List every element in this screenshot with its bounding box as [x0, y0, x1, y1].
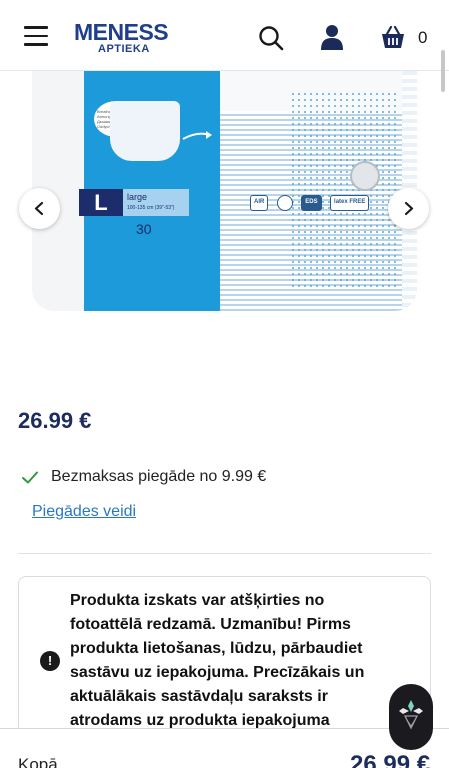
scrollbar[interactable] [441, 50, 445, 92]
product-image: Breathable Atmungsaktiv Дышащий Oddychaj… [32, 71, 417, 311]
delivery-methods-link[interactable]: Piegādes veidi [32, 503, 136, 521]
size-name: large [127, 192, 148, 202]
logo-subtext: APTIEKA [98, 43, 150, 55]
brief-illustration [110, 101, 180, 161]
size-info: large 100-135 cm (39"-53") [123, 189, 189, 216]
logo[interactable]: MENESS APTIEKA [74, 18, 174, 56]
search-icon[interactable] [258, 25, 284, 51]
divider [18, 553, 431, 554]
logo-text: MENESS [74, 19, 169, 45]
user-icon[interactable] [320, 24, 344, 50]
air-badge: AIR [250, 195, 269, 211]
tested-seal-icon [350, 161, 380, 191]
chevron-right-icon [404, 201, 414, 216]
product-price: 26.99 € [18, 408, 92, 433]
next-image-button[interactable] [388, 188, 429, 229]
eds-badge: EDS [301, 195, 322, 211]
size-range: 100-135 cm (39"-53") [127, 205, 175, 211]
basket-icon[interactable] [380, 26, 406, 50]
cart-count[interactable]: 0 [418, 28, 427, 48]
pharmacy-badge-button[interactable] [389, 684, 433, 750]
size-letter: L [79, 189, 123, 216]
bottom-total-bar: Kopā 26.99 € [0, 728, 449, 768]
globe-badge-icon [276, 195, 293, 211]
previous-image-button[interactable] [19, 188, 60, 229]
notice-text: Produkta izskats var atšķirties no fotoa… [70, 592, 365, 729]
product-image-carousel: Breathable Atmungsaktiv Дышащий Oddychaj… [0, 71, 449, 381]
free-delivery-text: Bezmaksas piegāde no 9.99 € [51, 468, 267, 485]
exclamation-icon: ! [40, 651, 60, 671]
leaf-emblem-icon [399, 700, 423, 730]
feature-badges: AIR EDS latex FREE [250, 195, 373, 211]
check-icon [22, 471, 38, 484]
header: MENESS APTIEKA 0 [0, 0, 449, 71]
total-value: 26.99 € [350, 751, 431, 768]
latex-free-badge: latex FREE [330, 195, 370, 211]
total-label: Kopā [18, 755, 58, 768]
chevron-left-icon [34, 201, 44, 216]
pack-count: 30 [136, 221, 152, 237]
arrow-icon [182, 131, 212, 140]
menu-icon[interactable] [24, 26, 48, 46]
